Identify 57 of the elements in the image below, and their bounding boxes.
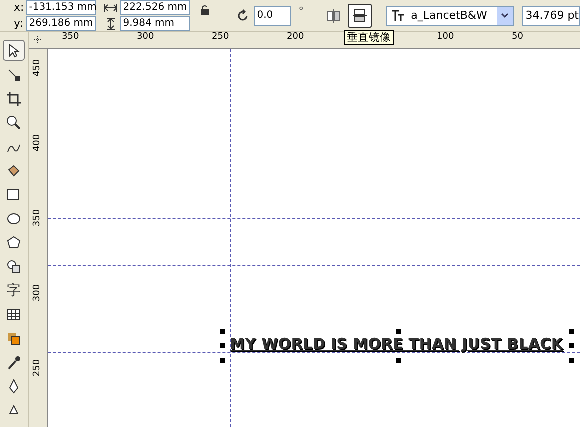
font-dropdown[interactable]: a_LancetB&W <box>386 6 514 26</box>
ellipse-icon <box>6 210 22 226</box>
ruler-label: 200 <box>287 32 304 44</box>
selection-handle[interactable] <box>220 358 225 363</box>
guide-line[interactable] <box>48 218 580 219</box>
tool-button[interactable]: 字 <box>3 280 25 301</box>
y-field[interactable]: 269.186 mm <box>26 16 96 31</box>
ruler-label: 350 <box>62 32 80 44</box>
font-name: a_LancetB&W <box>411 9 488 22</box>
ruler-origin-icon <box>33 35 43 45</box>
ruler-label: 100 <box>437 32 454 44</box>
font-size-field[interactable]: 34.769 pt <box>522 6 580 26</box>
width-arrow-icon <box>104 2 118 12</box>
ruler-label: 300 <box>137 32 154 44</box>
mirror-button[interactable] <box>348 4 372 28</box>
selection-handle[interactable] <box>569 329 574 334</box>
x-field[interactable]: -131.153 mm <box>26 0 96 15</box>
mirror-horizontal-icon <box>326 8 342 24</box>
rotate-icon <box>236 8 250 22</box>
eyedropper-icon <box>6 354 22 370</box>
tooltip: 垂直镜像 <box>344 30 394 45</box>
lock-icon[interactable] <box>200 4 210 14</box>
selection-handle[interactable] <box>220 343 225 348</box>
height-field[interactable]: 9.984 mm <box>120 16 190 31</box>
ruler-label: 400 <box>32 134 44 152</box>
guide-line[interactable] <box>48 265 580 266</box>
rectangle-icon <box>6 186 22 202</box>
ruler-label: 50 <box>512 32 524 44</box>
y-label: y: <box>14 17 24 30</box>
ruler-label: 250 <box>212 32 230 44</box>
mirror-vertical-icon <box>352 8 368 24</box>
degree-unit: ° <box>298 5 304 18</box>
magnifier-icon <box>6 114 22 130</box>
polygon-icon <box>6 234 22 250</box>
rotation-field[interactable]: 0.0 <box>254 6 291 26</box>
x-label: x: <box>14 1 24 14</box>
width-field[interactable]: 222.526 mm <box>120 0 190 15</box>
tool-button[interactable] <box>3 40 25 61</box>
selection-handle[interactable] <box>220 329 225 334</box>
selection-handle[interactable] <box>396 329 401 334</box>
selection-handle[interactable] <box>396 358 401 363</box>
shapes-icon <box>6 258 22 274</box>
ruler-label: 300 <box>32 284 44 302</box>
artistic-text[interactable]: MY WORLD IS MORE THAN JUST BLACK <box>230 333 564 355</box>
ruler-label: 350 <box>32 209 44 227</box>
overlap-squares-icon <box>6 330 22 346</box>
caret-icon <box>500 12 509 18</box>
table-icon <box>6 306 22 322</box>
node-icon <box>6 66 22 82</box>
guide-line[interactable] <box>48 352 580 353</box>
ruler-label: 250 <box>32 359 44 377</box>
guide-line[interactable] <box>230 49 231 427</box>
selection-handle[interactable] <box>569 358 574 363</box>
ruler-label: 450 <box>32 59 44 77</box>
font-type-icon <box>391 10 406 22</box>
crop-icon <box>6 90 22 106</box>
selection-handle[interactable] <box>569 343 574 348</box>
